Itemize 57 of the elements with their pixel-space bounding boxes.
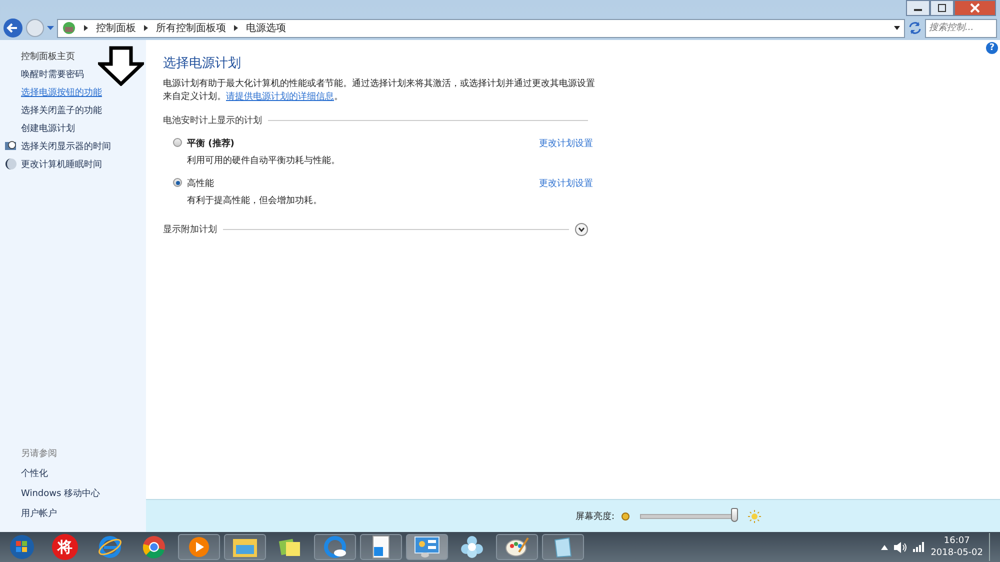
address-bar[interactable]: 控制面板 所有控制面板项 电源选项 xyxy=(57,18,905,38)
expand-chevron-icon[interactable] xyxy=(575,223,588,236)
search-field[interactable]: 搜索控制... xyxy=(925,18,997,38)
details-link[interactable]: 请提供电源计划的详细信息 xyxy=(226,92,334,102)
sidebar-link[interactable]: 控制面板主页 xyxy=(21,50,75,62)
change-plan-link[interactable]: 更改计划设置 xyxy=(539,177,593,190)
sidebar-link[interactable]: 唤醒时需要密码 xyxy=(21,68,84,80)
document-icon[interactable] xyxy=(360,534,402,560)
sidebar-link[interactable]: 选择电源按钮的功能 xyxy=(21,86,102,98)
breadcrumb-item[interactable]: 电源选项 xyxy=(246,21,286,35)
description-text: 电源计划有助于最大化计算机的性能或者节能。通过选择计划来将其激活，或选择计划并通过更改其电源设置来自定义计划。请提供电源计划的详细信息。 xyxy=(163,78,596,104)
tray-up-arrow-icon[interactable] xyxy=(880,544,888,550)
minimize-button[interactable] xyxy=(906,0,930,16)
control-panel-icon xyxy=(62,21,76,35)
breadcrumb-item[interactable]: 所有控制面板项 xyxy=(156,21,226,35)
dropdown-icon[interactable] xyxy=(894,26,900,30)
dim-sun-icon xyxy=(620,512,630,520)
brightness-slider[interactable] xyxy=(730,508,738,522)
radio-button[interactable] xyxy=(173,178,182,187)
sidebar-link[interactable]: 选择关闭盖子的功能 xyxy=(21,104,102,116)
breadcrumb-item[interactable]: 控制面板 xyxy=(96,21,136,35)
brightness-label: 屏幕亮度: xyxy=(575,510,615,522)
history-dropdown-icon[interactable] xyxy=(47,26,54,30)
change-plan-link[interactable]: 更改计划设置 xyxy=(539,137,593,150)
notepad-icon[interactable] xyxy=(542,534,584,560)
see-also-link[interactable]: Windows 移动中心 xyxy=(21,487,146,500)
folder-icon[interactable] xyxy=(224,534,266,560)
plan-name[interactable]: 高性能 xyxy=(187,177,539,190)
speaker-icon[interactable] xyxy=(894,542,907,552)
moon-icon xyxy=(5,158,17,170)
group-heading: 电池安时计上显示的计划 xyxy=(163,114,262,127)
plan-description: 有利于提高性能，但会增加功耗。 xyxy=(187,194,323,207)
see-also-link[interactable]: 用户帐户 xyxy=(21,507,146,520)
see-also-link[interactable]: 个性化 xyxy=(21,467,146,480)
plan-description: 利用可用的硬件自动平衡功耗与性能。 xyxy=(187,154,341,167)
paint-palette-icon[interactable] xyxy=(496,534,538,560)
sidebar-link[interactable]: 选择关闭显示器的时间 xyxy=(21,140,111,152)
close-button[interactable] xyxy=(954,0,996,16)
sidebar-link[interactable]: 更改计算机睡眠时间 xyxy=(21,158,102,170)
clock[interactable]: 16:07 2018-05-02 xyxy=(930,535,983,559)
monitor-clock-icon xyxy=(5,140,17,152)
bright-sun-icon xyxy=(748,510,761,522)
cloud-app-icon[interactable] xyxy=(314,534,356,560)
sidebar-link[interactable]: 创建电源计划 xyxy=(21,122,75,134)
see-also-heading: 另请参阅 xyxy=(21,448,58,460)
signal-bars-icon[interactable] xyxy=(912,542,925,552)
help-button[interactable]: ? xyxy=(986,42,998,54)
plan-name[interactable]: 平衡 (推荐) xyxy=(187,137,539,150)
taskbar-app-button[interactable]: 将 xyxy=(52,534,78,560)
back-button[interactable] xyxy=(3,18,23,38)
radio-button[interactable] xyxy=(173,138,182,147)
more-plans-heading: 显示附加计划 xyxy=(163,224,217,236)
down-arrow-icon xyxy=(98,46,144,86)
refresh-icon[interactable] xyxy=(908,21,922,35)
page-title: 选择电源计划 xyxy=(163,55,242,72)
maximize-button[interactable] xyxy=(930,0,954,16)
media-player-icon[interactable] xyxy=(178,534,220,560)
